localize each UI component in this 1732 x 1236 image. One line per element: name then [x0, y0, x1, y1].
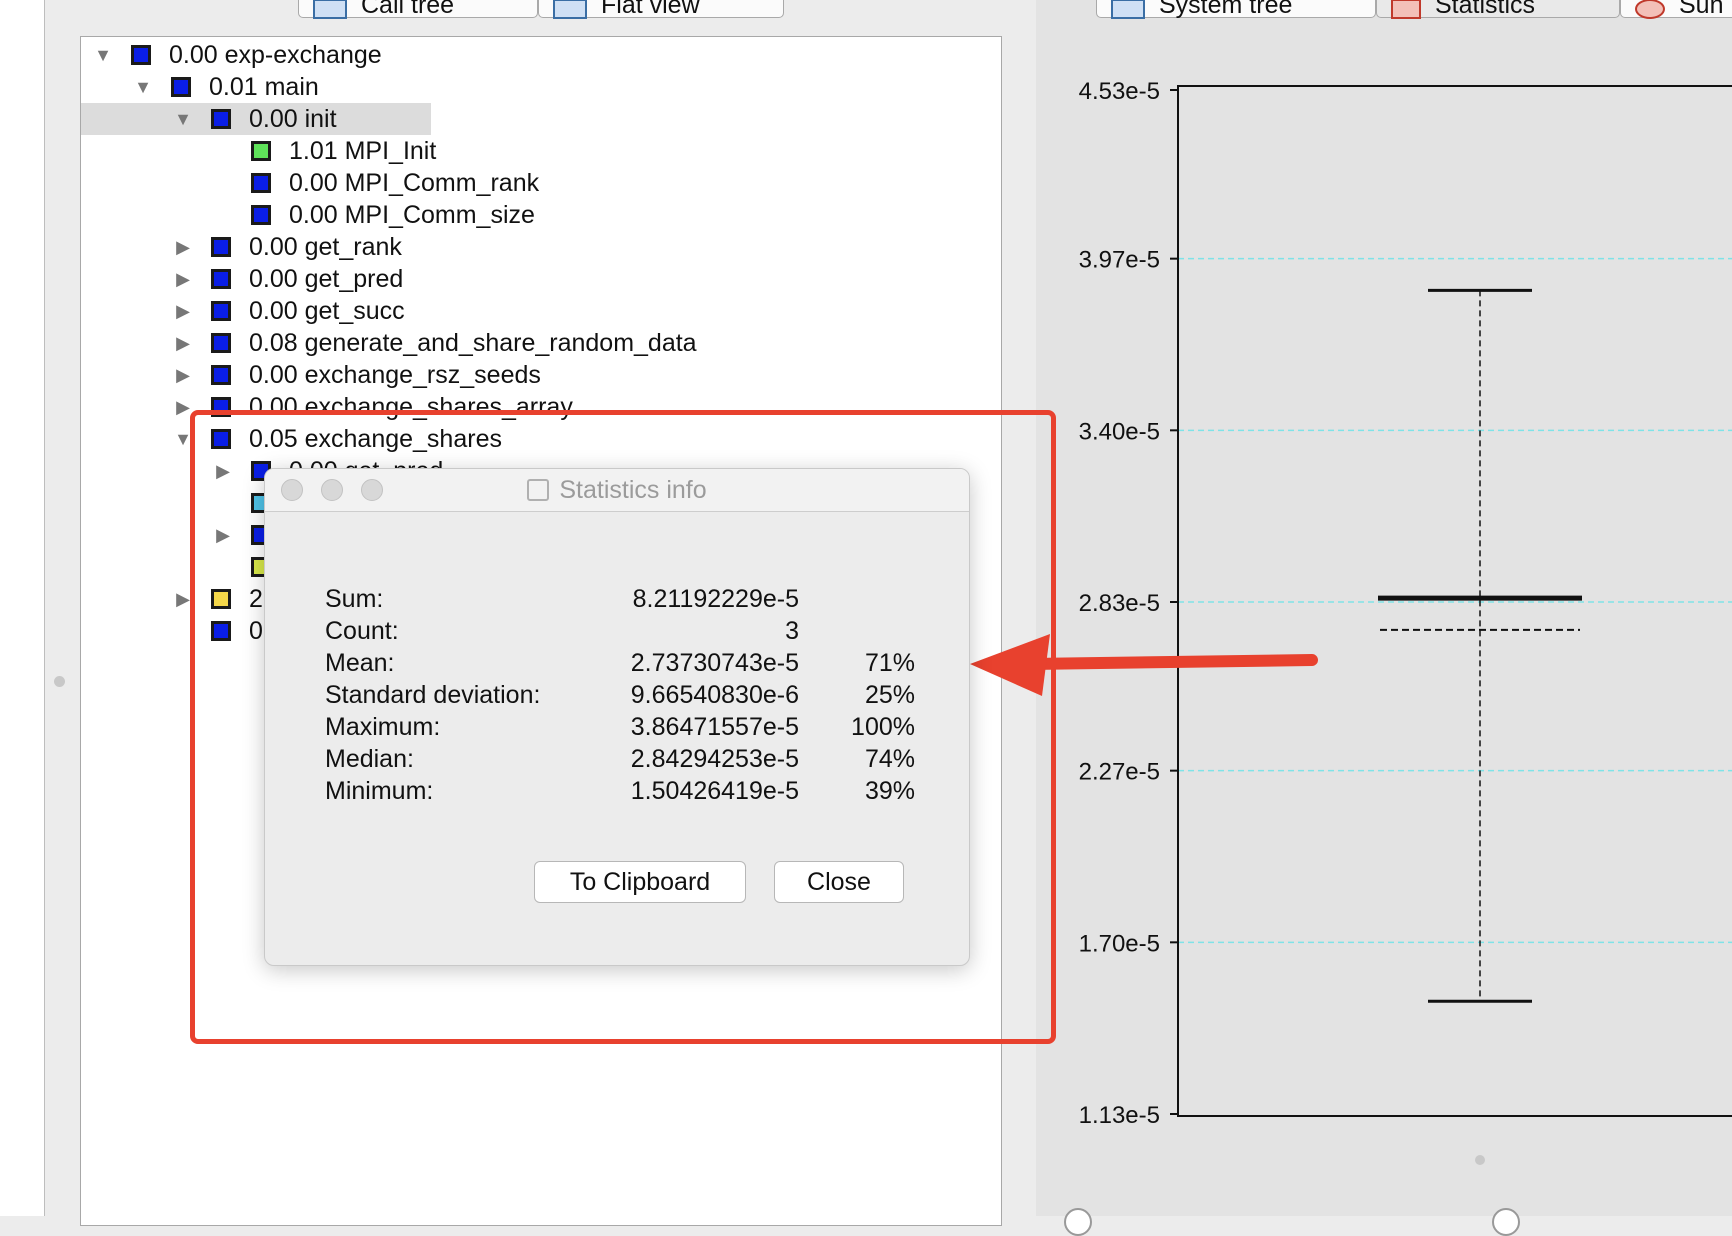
stat-label: Median: — [325, 745, 414, 773]
stat-value: 2.84294253e-5 — [630, 745, 799, 773]
tree-row[interactable]: ▶ 0.08 generate_and_share_random_data — [81, 327, 1001, 359]
to-clipboard-button[interactable]: To Clipboard — [534, 861, 746, 903]
tab-flat-view[interactable]: Flat view — [538, 0, 784, 19]
y-tick-label: 3.97e-5 — [1079, 247, 1160, 274]
stat-percent: 71% — [864, 649, 915, 677]
stat-label: Minimum: — [325, 777, 434, 805]
tree-row[interactable]: 1.01 MPI_Init — [81, 135, 1001, 167]
stat-value: 1.50426419e-5 — [630, 777, 799, 805]
stat-label: Count: — [325, 617, 399, 645]
stat-percent: 100% — [851, 713, 915, 741]
tree-row-label: 0.00 init — [249, 104, 337, 133]
tree-row-label: 1.01 MPI_Init — [289, 136, 437, 165]
tree-row[interactable]: ▶ 0.00 get_succ — [81, 295, 1001, 327]
tree-row[interactable]: ▼ 0.00 init — [81, 103, 431, 135]
severity-color-icon — [211, 237, 231, 257]
statistics-info-dialog: Statistics info Sum: 8.21192229e-5 Count: 3… — [264, 468, 970, 966]
tree-row-label: 0.00 MPI_Comm_rank — [289, 168, 540, 197]
collapse-arrow-icon[interactable]: ▼ — [131, 77, 155, 98]
dialog-title-text: Statistics info — [559, 476, 707, 504]
left-panel — [0, 0, 45, 1216]
plot-frame — [1177, 85, 1732, 1117]
tab-call-tree[interactable]: Call tree — [298, 0, 538, 19]
severity-color-icon — [211, 301, 231, 321]
expand-arrow-icon[interactable]: ▶ — [171, 333, 195, 354]
stat-value: 9.66540830e-6 — [630, 681, 799, 709]
expand-arrow-icon[interactable]: ▶ — [171, 237, 195, 258]
stat-label: Mean: — [325, 649, 395, 677]
tree-row[interactable]: ▶ 0.00 exchange_rsz_seeds — [81, 359, 1001, 391]
tree-row-label: 0.00 exp-exchange — [169, 40, 382, 69]
stat-label: Sum: — [325, 585, 384, 613]
severity-color-icon — [251, 205, 271, 225]
y-tick-label: 3.40e-5 — [1079, 418, 1160, 445]
expand-arrow-icon[interactable]: ▶ — [171, 301, 195, 322]
stat-percent: 39% — [864, 777, 915, 805]
y-tick-label: 2.83e-5 — [1079, 590, 1160, 617]
stat-value: 2.73730743e-5 — [630, 649, 799, 677]
y-tick-label: 2.27e-5 — [1079, 759, 1160, 786]
tree-row[interactable]: ▼ 0.00 exp-exchange — [81, 39, 1001, 71]
radio-violin-plot[interactable] — [1492, 1208, 1520, 1236]
stat-value: 3.86471557e-5 — [630, 713, 799, 741]
stat-label: Standard deviation: — [325, 681, 541, 709]
tree-row[interactable]: 0.00 MPI_Comm_size — [81, 199, 1001, 231]
severity-color-icon — [211, 109, 231, 129]
list-icon — [553, 0, 587, 19]
box-plot-marks — [1378, 288, 1582, 1003]
severity-color-icon — [211, 269, 231, 289]
tree-row[interactable]: ▼ 0.01 main — [81, 71, 1001, 103]
tree-icon — [313, 0, 347, 19]
tree-row-label: 0.01 main — [209, 72, 319, 101]
severity-color-icon — [211, 365, 231, 385]
tab-call-tree-label: Call tree — [361, 0, 455, 19]
y-tick-label: 1.13e-5 — [1079, 1102, 1160, 1129]
tree-row-label: 0.00 exchange_rsz_seeds — [249, 360, 541, 389]
dialog-title: Statistics info — [265, 469, 969, 511]
tree-row-label: 0.00 get_pred — [249, 264, 404, 293]
document-icon — [527, 479, 550, 501]
radio-box-plot[interactable] — [1064, 1208, 1092, 1236]
stat-value: 8.21192229e-5 — [632, 585, 799, 613]
tree-row-label: 0.00 get_rank — [249, 232, 402, 261]
tree-row-label: 0.00 MPI_Comm_size — [289, 200, 535, 229]
splitter-handle[interactable] — [54, 676, 65, 687]
severity-color-icon — [251, 173, 271, 193]
y-axis-ticks: 4.53e-5 3.97e-5 3.40e-5 2.83e-5 2.27e-5 1.70e… — [1079, 78, 1178, 1129]
tree-row-label: 0.00 get_succ — [249, 296, 405, 325]
severity-color-icon — [211, 333, 231, 353]
severity-color-icon — [251, 141, 271, 161]
stat-value: 3 — [785, 617, 799, 645]
tree-row[interactable]: ▶ 0.00 get_pred — [81, 263, 1001, 295]
tree-row[interactable]: 0.00 MPI_Comm_rank — [81, 167, 1001, 199]
splitter-handle[interactable] — [1475, 1155, 1485, 1165]
tree-row[interactable]: ▶ 0.00 get_rank — [81, 231, 1001, 263]
tab-flat-view-label: Flat view — [601, 0, 700, 19]
stat-percent: 74% — [864, 745, 915, 773]
expand-arrow-icon[interactable]: ▶ — [171, 269, 195, 290]
annotation-arrow — [970, 634, 1318, 696]
collapse-arrow-icon[interactable]: ▼ — [171, 109, 195, 130]
box-plot: 4.53e-5 3.97e-5 3.40e-5 2.83e-5 2.27e-5 1.70e… — [1079, 78, 1732, 1165]
y-tick-label: 4.53e-5 — [1079, 78, 1160, 105]
stat-percent: 25% — [864, 681, 915, 709]
close-button[interactable]: Close — [774, 861, 904, 903]
severity-color-icon — [131, 45, 151, 65]
collapse-arrow-icon[interactable]: ▼ — [91, 45, 115, 66]
severity-color-icon — [171, 77, 191, 97]
y-tick-label: 1.70e-5 — [1079, 930, 1160, 957]
stat-label: Maximum: — [325, 713, 441, 741]
tree-row-label: 0.08 generate_and_share_random_data — [249, 328, 697, 357]
expand-arrow-icon[interactable]: ▶ — [171, 365, 195, 386]
